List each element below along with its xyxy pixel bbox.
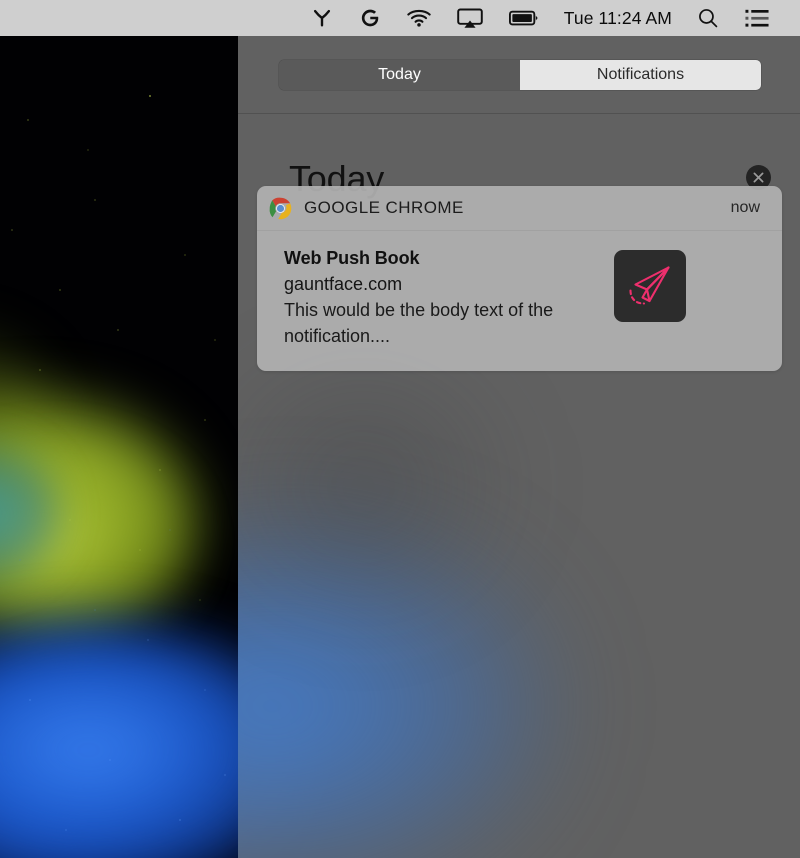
notification-center-panel: Today Notifications Today GOOGLE CHROME … <box>238 36 800 858</box>
menubar-clock[interactable]: Tue 11:24 AM <box>552 8 684 29</box>
notification-app-name: GOOGLE CHROME <box>304 198 464 217</box>
search-icon <box>699 9 718 28</box>
battery-menu-item[interactable] <box>496 0 552 36</box>
battery-icon <box>508 10 538 26</box>
menu-bar: Tue 11:24 AM <box>0 0 800 36</box>
fork-branch-icon <box>313 9 330 27</box>
tabbar-separator <box>238 113 800 114</box>
tab-today[interactable]: Today <box>279 60 520 90</box>
notification-card-body: Web Push Book gauntface.com This would b… <box>257 231 782 371</box>
airplay-menu-item[interactable] <box>444 0 496 36</box>
airplay-icon <box>457 8 483 28</box>
notification-center-content: Today Notifications Today GOOGLE CHROME … <box>238 36 800 858</box>
notification-title: Web Push Book <box>284 248 420 268</box>
notification-image <box>614 250 686 322</box>
notification-message: This would be the body text of the notif… <box>284 300 554 346</box>
notification-center-icon <box>745 9 769 27</box>
notification-site: gauntface.com <box>284 274 403 294</box>
paper-plane-icon <box>629 266 670 305</box>
wifi-menu-item[interactable] <box>394 0 444 36</box>
google-menu-item[interactable] <box>346 0 394 36</box>
tab-notifications[interactable]: Notifications <box>520 60 761 90</box>
google-g-icon <box>361 9 379 27</box>
spotlight-search-menu-item[interactable] <box>684 0 732 36</box>
chrome-icon <box>269 197 292 219</box>
notification-center-menu-item[interactable] <box>732 0 782 36</box>
notification-text-block: Web Push Book gauntface.com This would b… <box>284 246 614 349</box>
wifi-icon <box>407 9 431 27</box>
notification-time: now <box>730 199 760 216</box>
tab-today-label: Today <box>378 66 421 83</box>
notification-card[interactable]: GOOGLE CHROME now Web Push Book gauntfac… <box>257 186 782 371</box>
notification-card-header: GOOGLE CHROME now <box>257 186 782 231</box>
fork-branch-menu-item[interactable] <box>298 0 346 36</box>
tab-notifications-label: Notifications <box>596 66 685 83</box>
notification-center-tabbar: Today Notifications <box>279 60 761 90</box>
screen: Today Notifications Today GOOGLE CHROME … <box>0 0 800 858</box>
